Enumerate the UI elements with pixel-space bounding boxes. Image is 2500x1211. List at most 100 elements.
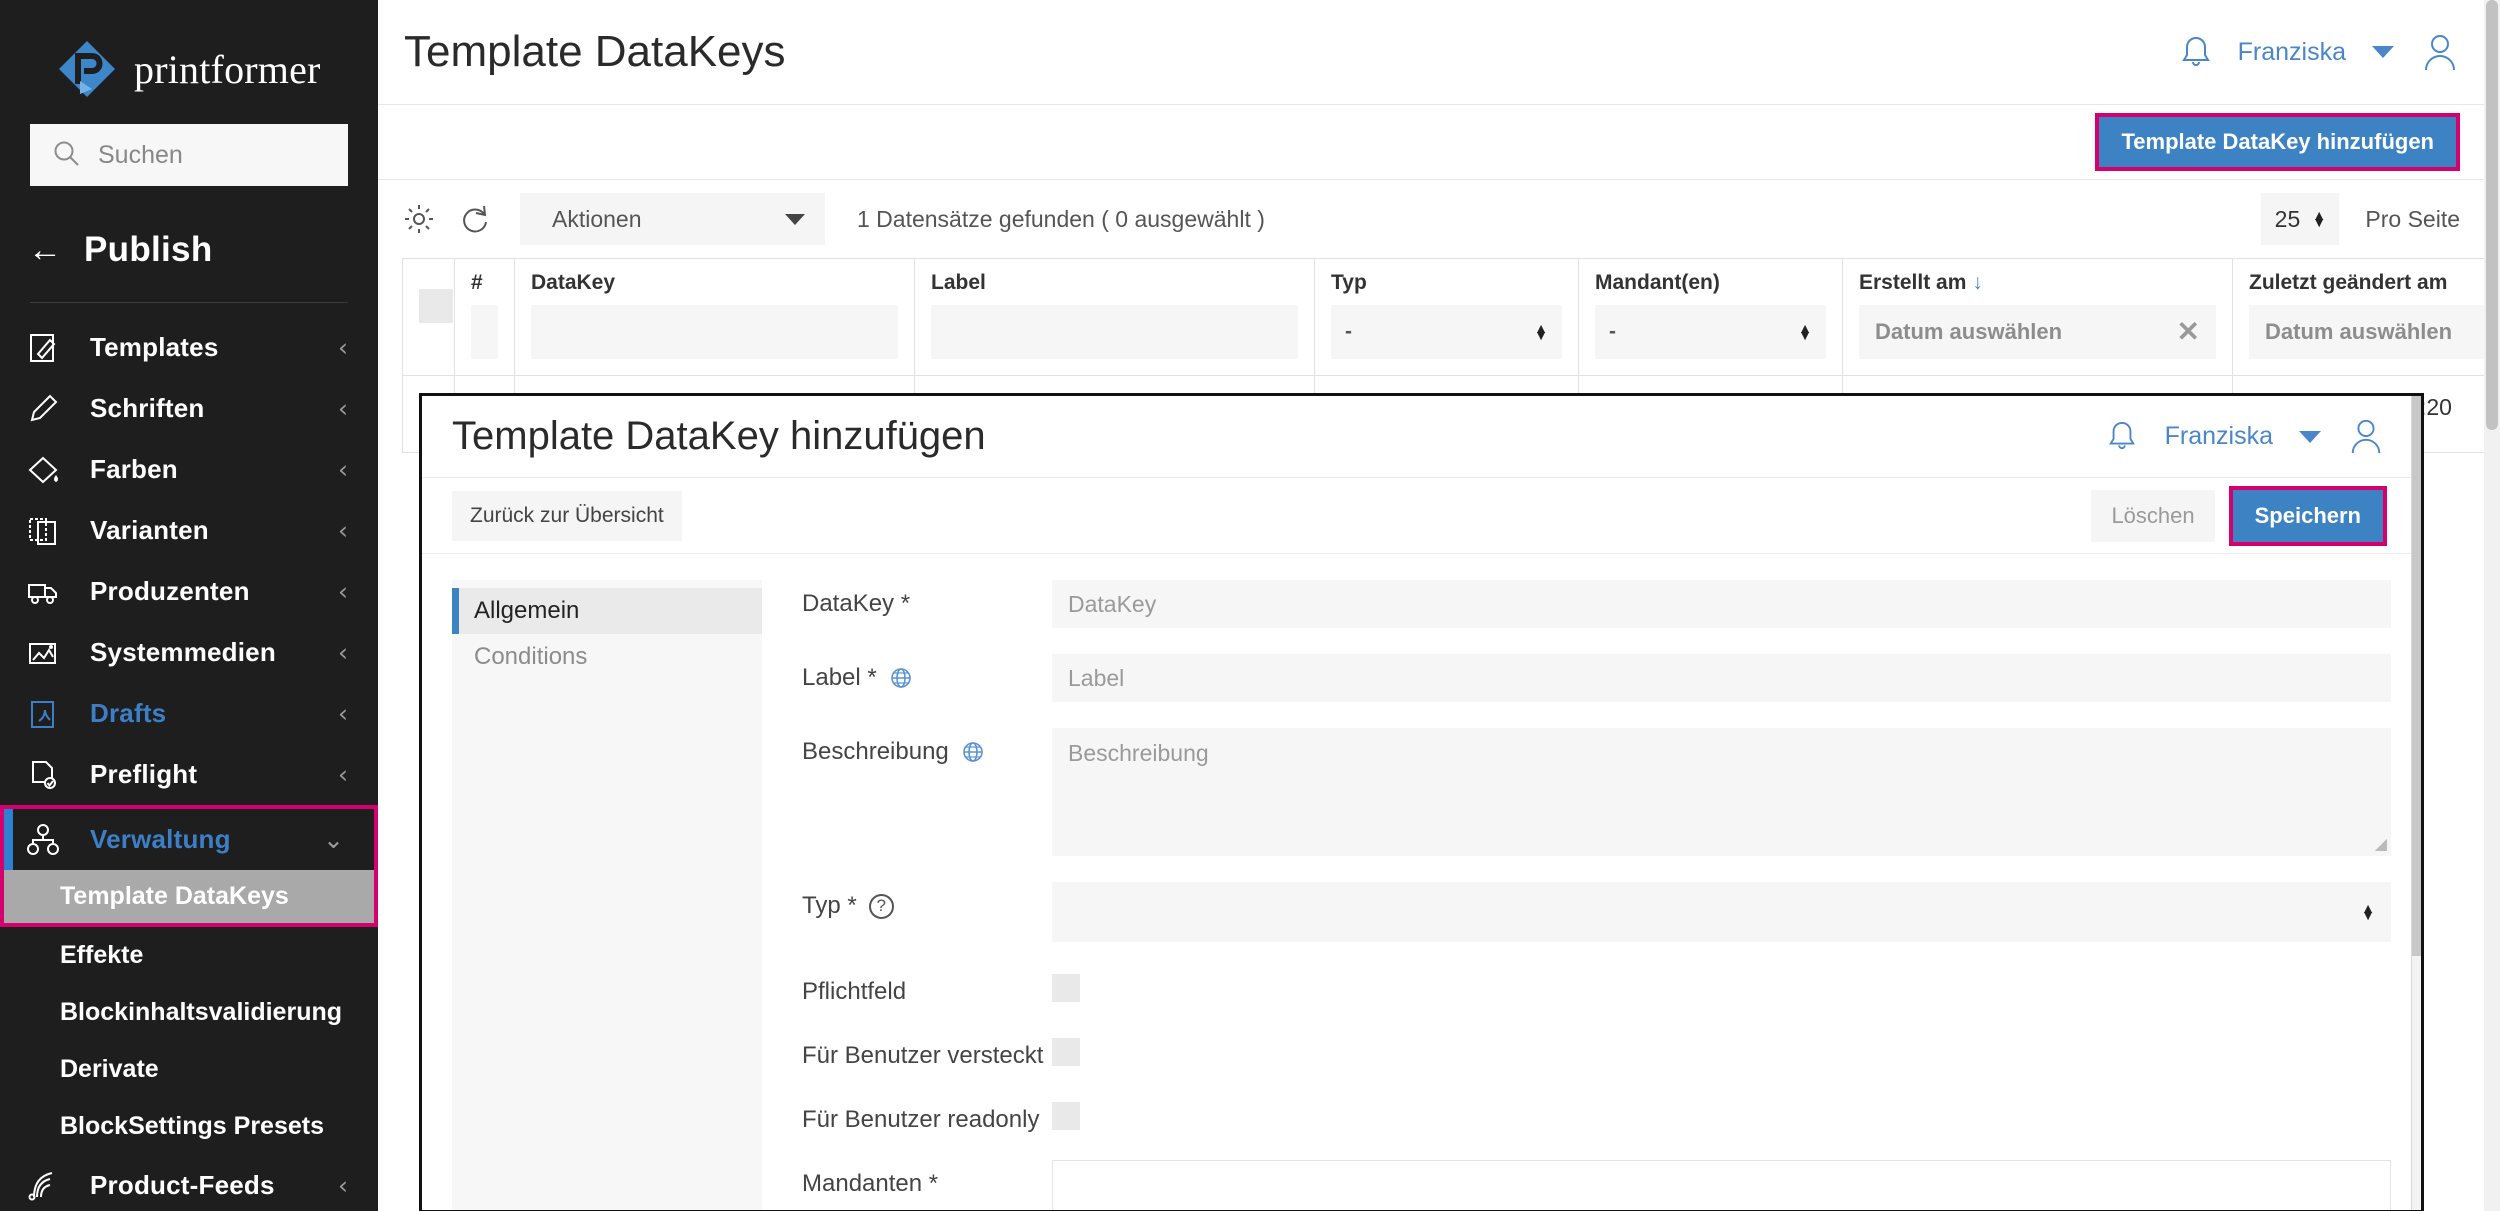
user-name[interactable]: Franziska: [2238, 38, 2346, 67]
form-row-readonly: Für Benutzer readonly: [802, 1096, 2391, 1134]
pdf-icon: [26, 697, 72, 731]
filter-erstellt-date[interactable]: Datum auswählen ✕: [1859, 305, 2216, 359]
versteckt-checkbox[interactable]: [1052, 1038, 1080, 1066]
table-toolbar: Aktionen 1 Datensätze gefunden ( 0 ausge…: [378, 180, 2500, 258]
sidebar-item-drafts[interactable]: Drafts ‹: [0, 683, 378, 744]
search-placeholder: Suchen: [98, 141, 183, 170]
pflichtfeld-checkbox[interactable]: [1052, 974, 1080, 1002]
tab-conditions[interactable]: Conditions: [452, 634, 762, 680]
refresh-icon[interactable]: [458, 202, 490, 236]
chevron-down-icon[interactable]: [2372, 46, 2394, 58]
filter-typ-select[interactable]: - ▲▼: [1331, 305, 1562, 359]
modal-scrollbar[interactable]: [2411, 396, 2421, 1211]
tab-allgemein[interactable]: Allgemein: [452, 588, 762, 634]
globe-icon[interactable]: [961, 740, 985, 764]
document-check-icon: [26, 758, 72, 792]
th-typ: Typ - ▲▼: [1315, 259, 1579, 376]
modal-scroll-thumb[interactable]: [2412, 396, 2422, 956]
back-to-publish[interactable]: ← Publish: [0, 186, 378, 270]
filter-mandant-value: -: [1609, 320, 1616, 344]
sidebar-item-verwaltung[interactable]: Verwaltung ⌄: [0, 805, 378, 870]
save-button[interactable]: Speichern: [2233, 490, 2383, 542]
sort-desc-icon[interactable]: ↓: [1972, 271, 1983, 294]
pencil-icon: [26, 392, 72, 426]
chevron-down-icon[interactable]: [2299, 431, 2321, 443]
mandanten-label: Mandanten *: [802, 1160, 1052, 1198]
page-scrollbar[interactable]: [2484, 0, 2500, 1211]
bell-icon[interactable]: [2107, 419, 2139, 455]
search-input[interactable]: Suchen: [30, 124, 348, 186]
filter-label-input[interactable]: [931, 305, 1298, 359]
per-page-label: Pro Seite: [2365, 206, 2460, 233]
chevron-left-icon: ‹: [338, 699, 348, 728]
label-text: Typ *: [802, 892, 857, 920]
user-name[interactable]: Franziska: [2165, 422, 2273, 451]
filter-number-input[interactable]: [471, 305, 498, 359]
modal-tabs: Allgemein Conditions: [452, 580, 762, 1211]
modal-action-bar: Zurück zur Übersicht Löschen Speichern: [422, 478, 2421, 554]
sidebar-item-templates[interactable]: Templates ‹: [0, 317, 378, 378]
select-all-checkbox[interactable]: [419, 289, 453, 323]
sidebar-sub-label: BlockSettings Presets: [60, 1112, 324, 1141]
sidebar-item-label: Systemmedien: [90, 637, 276, 668]
help-icon[interactable]: ?: [869, 894, 894, 919]
form-row-versteckt: Für Benutzer versteckt: [802, 1032, 2391, 1070]
sidebar-item-schriften[interactable]: Schriften ‹: [0, 378, 378, 439]
close-icon[interactable]: ✕: [2177, 318, 2200, 346]
sidebar-item-blockinhaltsvalidierung[interactable]: Blockinhaltsvalidierung: [0, 984, 378, 1041]
gear-icon[interactable]: [402, 202, 436, 236]
filter-mandant-select[interactable]: - ▲▼: [1595, 305, 1826, 359]
sidebar-item-derivate[interactable]: Derivate: [0, 1041, 378, 1098]
template-edit-icon: [26, 331, 72, 365]
stepper-icon: ▲▼: [1534, 325, 1548, 339]
sidebar-sub-label: Template DataKeys: [60, 882, 289, 911]
actions-select[interactable]: Aktionen: [520, 193, 825, 245]
sidebar-item-preflight[interactable]: Preflight ‹: [0, 744, 378, 805]
sidebar-item-farben[interactable]: Farben ‹: [0, 439, 378, 500]
page-scroll-thumb[interactable]: [2486, 0, 2498, 430]
user-avatar-icon[interactable]: [2347, 417, 2387, 457]
sidebar-item-template-datakeys[interactable]: Template DataKeys: [0, 870, 378, 927]
modal-user-area: Franziska: [2107, 417, 2387, 457]
bell-icon[interactable]: [2180, 34, 2212, 70]
sidebar-sub-label: Derivate: [60, 1055, 159, 1084]
beschreibung-field[interactable]: Beschreibung ◢: [1052, 728, 2391, 856]
sidebar-item-systemmedien[interactable]: Systemmedien ‹: [0, 622, 378, 683]
filter-datakey-input[interactable]: [531, 305, 898, 359]
resize-handle-icon[interactable]: ◢: [2375, 834, 2387, 854]
chevron-down-icon: [785, 214, 805, 225]
brand-name: printformer: [134, 46, 321, 93]
modal-body: Allgemein Conditions DataKey * DataKey: [422, 554, 2421, 1211]
sidebar-item-produzenten[interactable]: Produzenten ‹: [0, 561, 378, 622]
sidebar-item-blocksettings-presets[interactable]: BlockSettings Presets: [0, 1098, 378, 1155]
rss-icon: [26, 1169, 72, 1203]
th-label: Mandant(en): [1595, 271, 1720, 295]
per-page-value: 25: [2275, 206, 2301, 233]
chevron-left-icon: ‹: [338, 394, 348, 423]
globe-icon[interactable]: [889, 666, 913, 690]
typ-select[interactable]: ▲▼: [1052, 882, 2391, 942]
arrow-left-icon: ←: [28, 233, 62, 267]
th-geaendert-am[interactable]: Zuletzt geändert am Datum auswählen ✕: [2233, 259, 2500, 376]
delete-button[interactable]: Löschen: [2091, 490, 2214, 542]
label-field[interactable]: Label: [1052, 654, 2391, 702]
readonly-checkbox[interactable]: [1052, 1102, 1080, 1130]
mandanten-list[interactable]: [1052, 1160, 2391, 1211]
datakey-field[interactable]: DataKey: [1052, 580, 2391, 628]
th-erstellt-am[interactable]: Erstellt am ↓ Datum auswählen ✕: [1843, 259, 2233, 376]
th-mandant: Mandant(en) - ▲▼: [1579, 259, 1843, 376]
sidebar-item-effekte[interactable]: Effekte: [0, 927, 378, 984]
sidebar-item-varianten[interactable]: Varianten ‹: [0, 500, 378, 561]
brand[interactable]: printformer: [0, 0, 378, 110]
sidebar-item-product-feeds[interactable]: Product-Feeds ‹: [0, 1155, 378, 1211]
add-template-datakey-button[interactable]: Template DataKey hinzufügen: [2099, 117, 2456, 167]
filter-geaendert-date[interactable]: Datum auswählen ✕: [2249, 305, 2500, 359]
chevron-left-icon: ‹: [338, 760, 348, 789]
back-to-overview-button[interactable]: Zurück zur Übersicht: [452, 491, 682, 541]
chevron-left-icon: ‹: [338, 333, 348, 362]
user-avatar-icon[interactable]: [2420, 32, 2460, 72]
th-label: Erstellt am: [1859, 271, 1966, 295]
per-page-select[interactable]: 25 ▲▼: [2261, 193, 2339, 245]
pflichtfeld-label: Pflichtfeld: [802, 968, 1052, 1006]
label-text: Für Benutzer versteckt: [802, 1042, 1043, 1070]
